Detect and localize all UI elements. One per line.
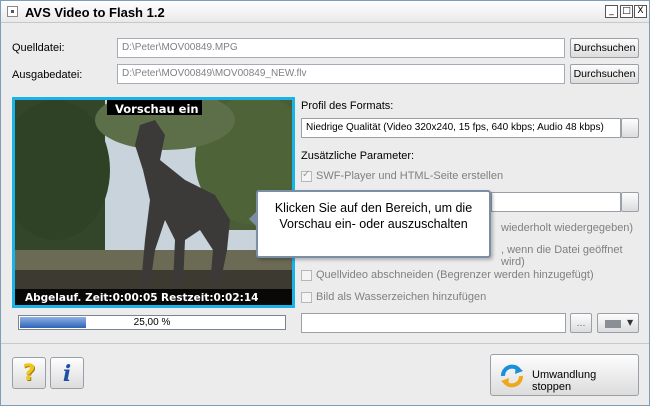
source-label: Quelldatei:: [12, 42, 65, 54]
profile-label: Profil des Formats:: [301, 100, 394, 112]
trim-source-label: Quellvideo abschneiden (Begrenzer werden…: [316, 269, 594, 281]
stop-conversion-button[interactable]: Umwandlung stoppen: [490, 354, 639, 396]
title-bar: AVS Video to Flash 1.2 _ □ X: [1, 1, 649, 23]
progress-text: 25,00 %: [133, 317, 171, 328]
preview-toggle-label: Vorschau ein: [115, 102, 199, 116]
preview-area[interactable]: Vorschau ein Abgelauf. Zeit:0:00:05 Rest…: [12, 97, 295, 308]
source-browse-button[interactable]: Durchsuchen: [570, 38, 639, 58]
help-icon: ?: [22, 361, 36, 386]
stop-conversion-label: Umwandlung stoppen: [532, 369, 597, 393]
info-icon: i: [62, 361, 72, 387]
watermark-browse-button[interactable]: ...: [570, 313, 592, 333]
player-skin-dropdown-button[interactable]: [621, 192, 639, 212]
footer-divider: [1, 343, 649, 344]
loop-option-label: wiederholt wiedergegeben): [501, 222, 634, 234]
chevron-down-icon: ▼: [627, 318, 634, 327]
autoplay-option-label: , wenn die Datei geöffnet wird): [501, 244, 623, 268]
minimize-button[interactable]: _: [605, 5, 618, 18]
info-button[interactable]: i: [50, 357, 84, 389]
watermark-image-field[interactable]: [301, 313, 566, 333]
profile-select[interactable]: Niedrige Qualität (Video 320x240, 15 fps…: [301, 118, 621, 138]
source-file-field[interactable]: D:\Peter\MOV00849.MPG: [117, 38, 565, 58]
player-skin-select[interactable]: [491, 192, 621, 212]
watermark-label: Bild als Wasserzeichen hinzufügen: [316, 291, 487, 303]
preview-status-bar: Abgelauf. Zeit:0:00:05 Restzeit:0:02:14: [15, 289, 292, 305]
preview-frame: [15, 100, 292, 305]
remaining-time: Restzeit:0:02:14: [161, 292, 259, 304]
help-button[interactable]: ?: [12, 357, 46, 389]
position-swatch-icon: [605, 320, 621, 328]
app-icon: [7, 6, 18, 17]
watermark-position-button[interactable]: ▼: [597, 313, 639, 333]
close-button[interactable]: X: [634, 5, 647, 18]
preview-tooltip: Klicken Sie auf den Bereich, um die Vors…: [256, 190, 491, 258]
output-browse-button[interactable]: Durchsuchen: [570, 64, 639, 84]
watermark-checkbox[interactable]: [301, 292, 312, 303]
extra-params-label: Zusätzliche Parameter:: [301, 150, 415, 162]
maximize-button[interactable]: □: [620, 5, 633, 18]
output-file-field[interactable]: D:\Peter\MOV00849\MOV00849_NEW.flv: [117, 64, 565, 84]
swf-player-checkbox[interactable]: [301, 169, 312, 182]
trim-source-checkbox[interactable]: [301, 270, 312, 281]
elapsed-time: Abgelauf. Zeit:0:00:05: [25, 292, 158, 304]
conversion-progress-bar: 25,00 %: [18, 315, 286, 330]
output-label: Ausgabedatei:: [12, 69, 83, 81]
app-window: AVS Video to Flash 1.2 _ □ X Quelldatei:…: [0, 0, 650, 406]
swf-player-label: SWF-Player und HTML-Seite erstellen: [316, 170, 504, 182]
refresh-icon: [501, 364, 523, 388]
window-title: AVS Video to Flash 1.2: [25, 5, 165, 20]
profile-dropdown-button[interactable]: [621, 118, 639, 138]
